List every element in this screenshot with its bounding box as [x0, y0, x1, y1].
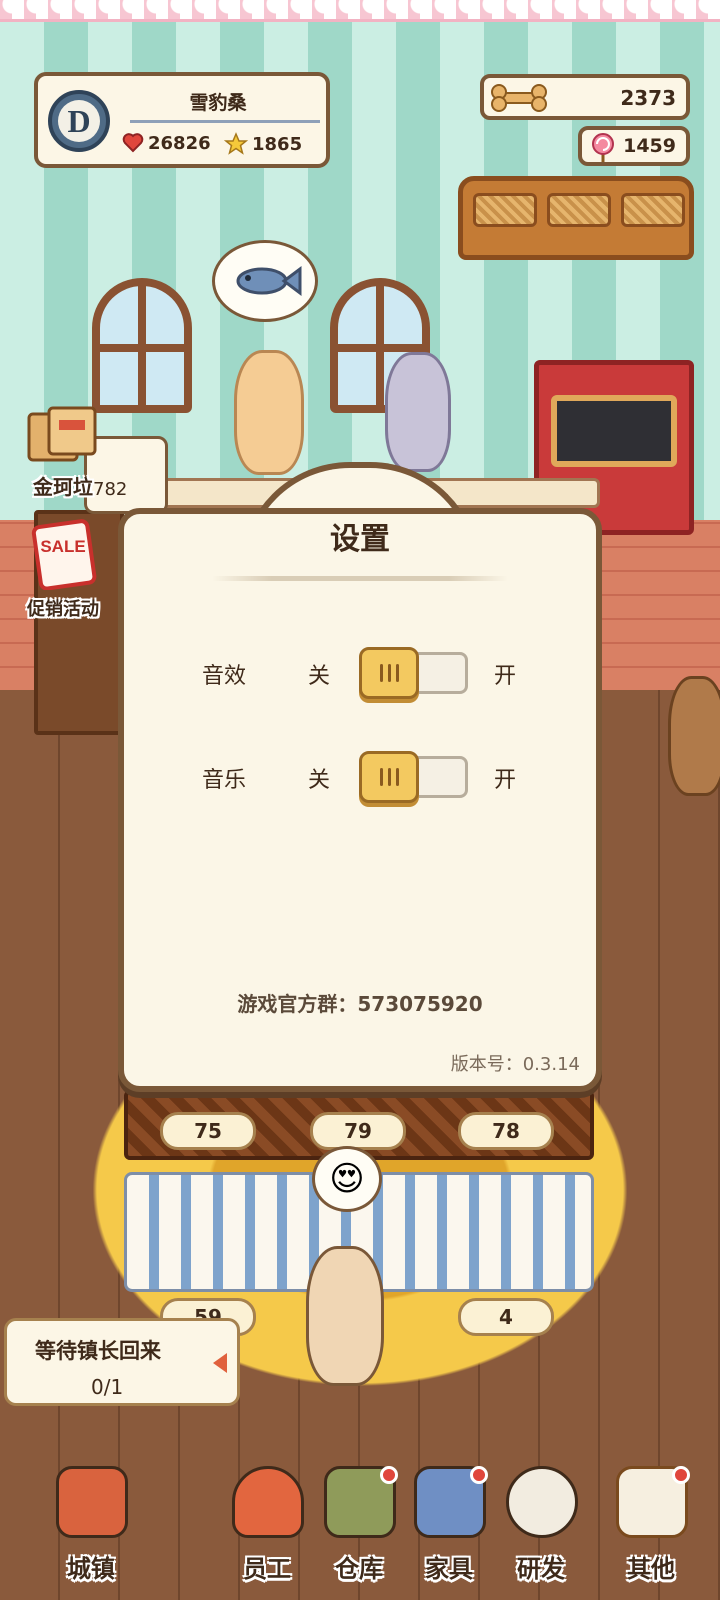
music-on-label: 开: [494, 768, 517, 793]
toggle-knob[interactable]: [359, 647, 419, 699]
official-group-info[interactable]: 游戏官方群：573075920: [118, 988, 602, 1017]
sound-effects-toggle[interactable]: [359, 647, 468, 699]
sound-effects-off-label: 关: [308, 664, 331, 689]
music-row: 音乐 关 开: [118, 750, 602, 806]
music-toggle[interactable]: [359, 751, 468, 803]
title-divider: [212, 576, 508, 581]
music-label: 音乐: [202, 768, 247, 793]
music-off-label: 关: [308, 768, 331, 793]
settings-title: 设置: [330, 522, 390, 557]
sound-effects-label: 音效: [202, 664, 247, 689]
sound-effects-row: 音效 关 开: [118, 646, 602, 702]
toggle-knob[interactable]: [359, 751, 419, 803]
version-number: 版本号：0.3.14: [450, 1054, 580, 1075]
sound-effects-on-label: 开: [494, 664, 517, 689]
